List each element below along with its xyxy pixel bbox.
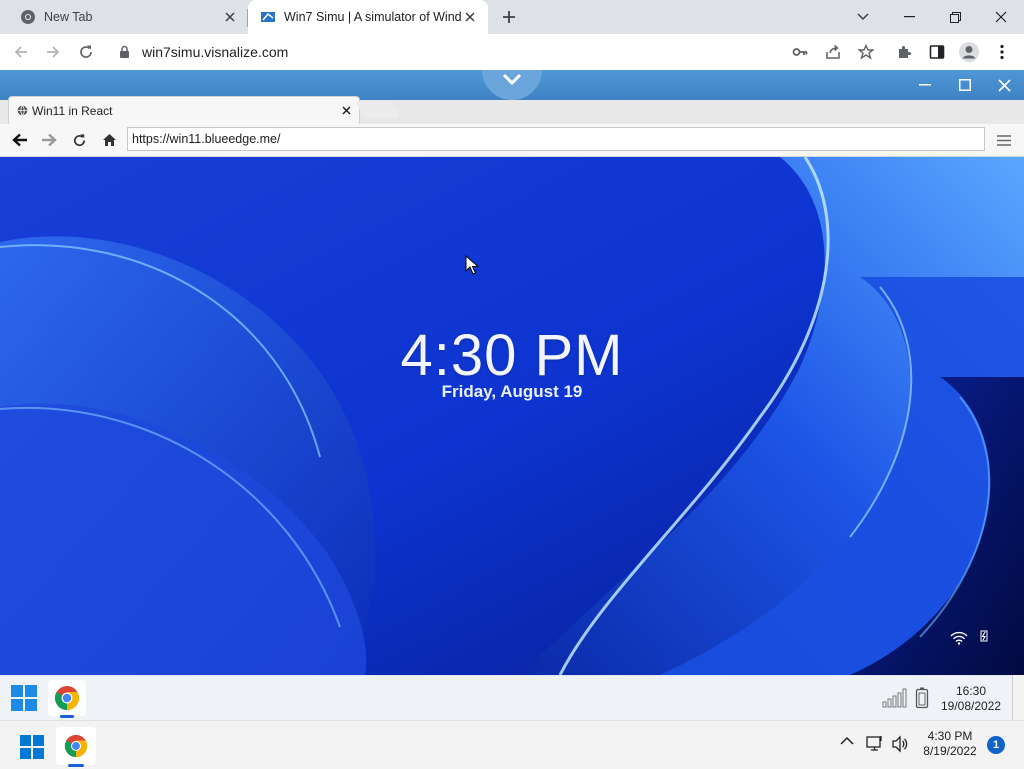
win11-clock-date: 19/08/2022 [940,699,1002,713]
side-panel-icon[interactable] [922,34,952,70]
chevron-down-icon [502,73,522,85]
battery-charging-icon [978,629,990,643]
running-indicator [60,715,74,718]
win11-taskbar: 16:30 19/08/2022 [0,675,1012,721]
inner-home-button[interactable] [95,124,123,156]
chrome-toolbar: win7simu.visnalize.com [0,34,1024,70]
address-text: win7simu.visnalize.com [142,44,289,60]
tab-title: New Tab [44,10,93,24]
windows-start-icon[interactable] [16,731,48,763]
win7-icon [260,9,276,25]
inner-address-bar[interactable]: https://win11.blueedge.me/ [127,127,985,151]
inner-tab-win11[interactable]: Win11 in React [8,96,360,124]
system-clock-time: 4:30 PM [927,729,973,743]
tab-win7-simu[interactable]: Win7 Simu | A simulator of Windows 7 [248,0,488,34]
windows-start-icon[interactable] [8,682,40,714]
win11-clock-time: 16:30 [955,684,987,698]
system-clock-date: 8/19/2022 [923,744,977,758]
host-taskbar: 4:30 PM 8/19/2022 1 [0,720,1024,769]
chrome-icon [20,9,36,25]
lockscreen-date: Friday, August 19 [441,382,583,401]
more-menu-icon[interactable] [987,34,1017,70]
inner-toolbar: https://win11.blueedge.me/ [0,124,1024,157]
reload-button[interactable] [71,34,101,70]
profile-avatar[interactable] [954,34,984,70]
close-tab-icon[interactable] [462,9,478,25]
show-desktop-strip[interactable] [1012,675,1024,720]
win7-maximize-button[interactable] [945,70,985,100]
globe-icon [17,105,28,116]
key-icon[interactable] [792,44,808,60]
lockscreen-time: 4:30 PM [400,323,624,388]
wifi-icon [950,631,968,645]
tab-title: Win7 Simu | A simulator of Windows 7 [284,10,462,24]
minimize-button[interactable] [886,0,932,34]
address-bar[interactable]: win7simu.visnalize.com [108,37,888,67]
mouse-cursor-icon [465,255,479,275]
notification-badge[interactable]: 1 [987,736,1005,754]
network-icon[interactable] [866,735,884,753]
tab-search-icon[interactable] [840,0,886,34]
win7-minimize-button[interactable] [905,70,945,100]
running-indicator [68,764,84,767]
forward-button[interactable] [38,34,68,70]
inner-forward-button[interactable] [35,124,63,156]
signal-bars-icon[interactable] [882,688,908,708]
back-button[interactable] [6,34,36,70]
chrome-taskbar-icon[interactable] [56,727,96,765]
close-window-button[interactable] [978,0,1024,34]
chrome-taskbar-icon[interactable] [48,680,86,716]
new-tab-button[interactable] [499,7,519,27]
inner-tab-title: Win11 in React [32,103,113,118]
inner-back-button[interactable] [6,124,34,156]
restore-button[interactable] [932,0,978,34]
close-tab-icon[interactable] [222,9,238,25]
win11-clock[interactable]: 16:30 19/08/2022 [940,684,1002,714]
tab-new-tab[interactable]: New Tab [0,0,248,34]
inner-menu-icon[interactable] [990,124,1018,156]
chevron-up-icon[interactable] [840,736,854,746]
inner-reload-button[interactable] [65,124,93,156]
system-clock[interactable]: 4:30 PM 8/19/2022 [915,729,985,759]
close-tab-icon[interactable] [342,106,351,115]
extensions-puzzle-icon[interactable] [890,34,920,70]
bookmark-star-icon[interactable] [858,44,874,60]
win7-close-button[interactable] [984,70,1024,100]
volume-icon[interactable] [891,735,909,753]
share-icon[interactable] [825,44,841,60]
win11-lockscreen[interactable]: 4:30 PM Friday, August 19 [0,157,1024,675]
lock-icon [119,45,130,59]
chrome-tab-strip: New Tab Win7 Simu | A simulator of Windo… [0,0,1024,34]
bloom-wallpaper [0,157,1024,675]
battery-icon[interactable] [915,687,929,709]
